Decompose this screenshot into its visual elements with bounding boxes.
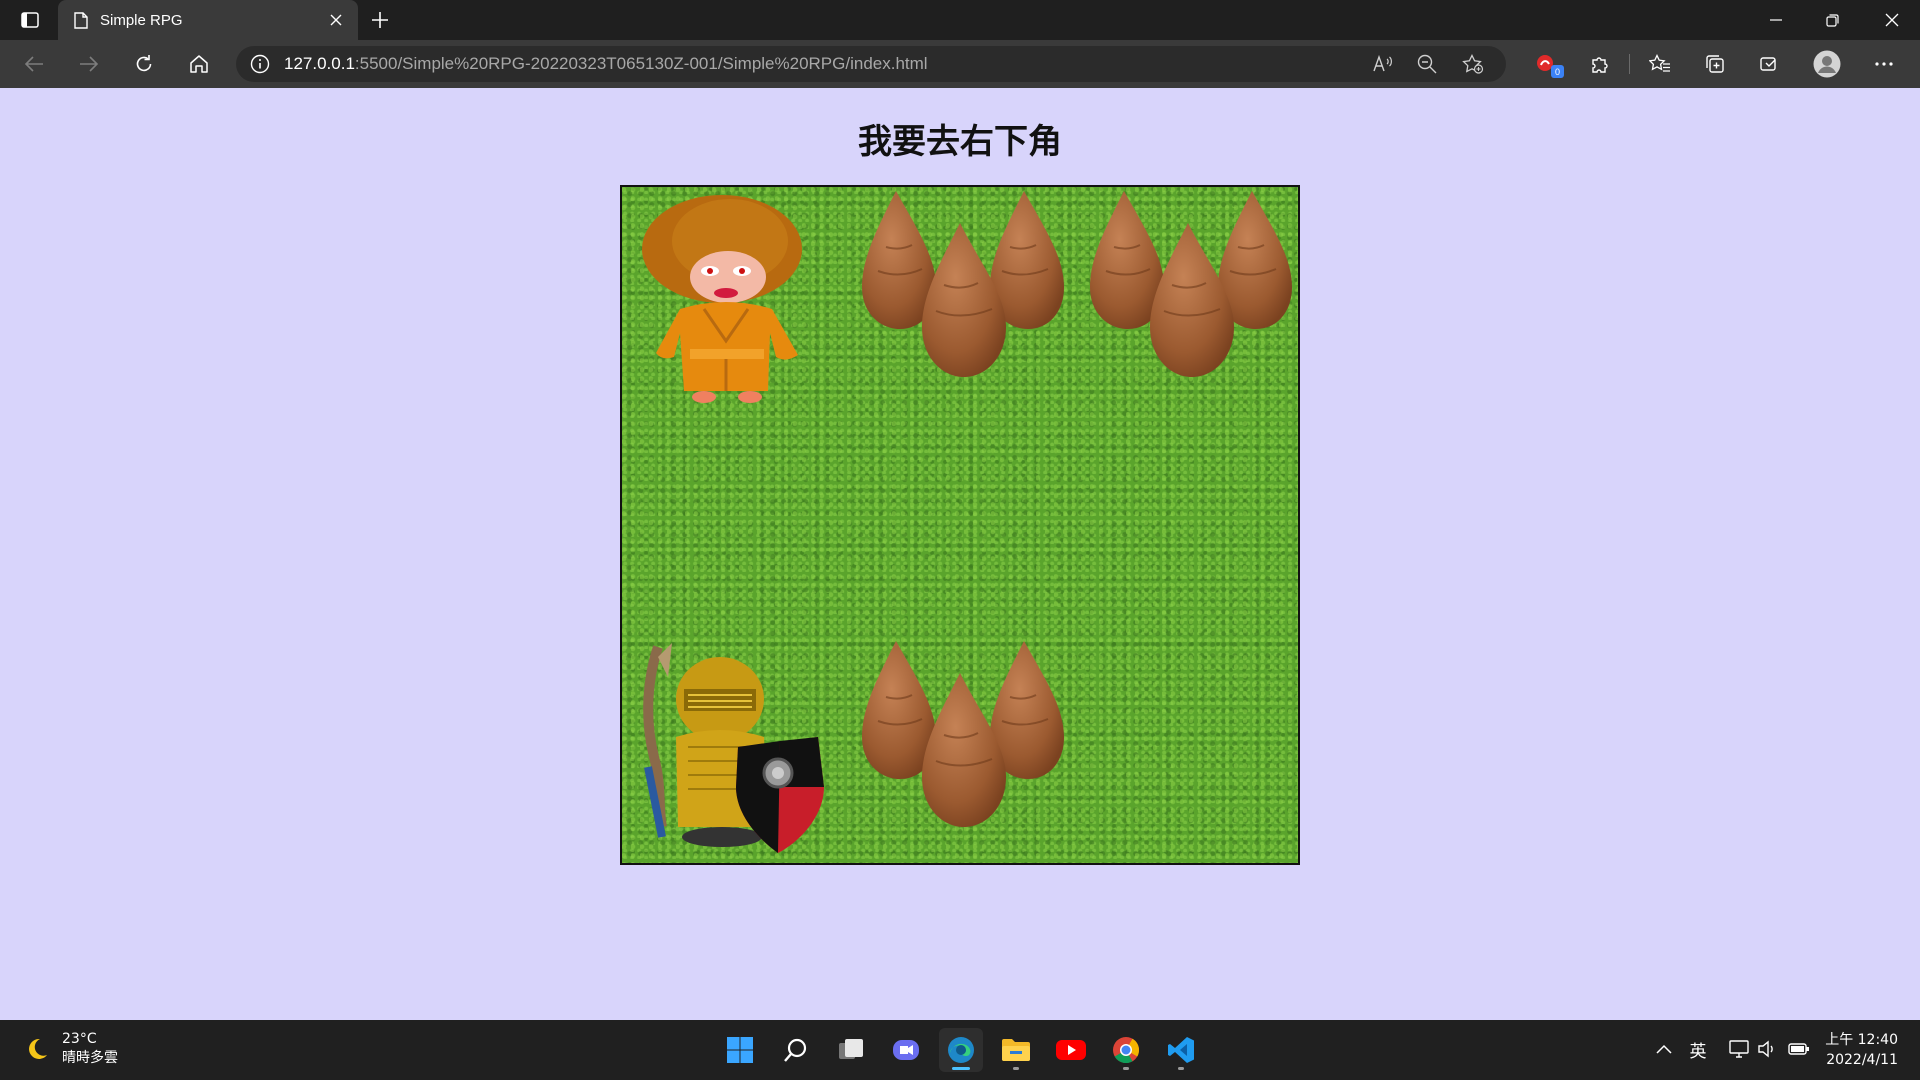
edge-icon [948, 1037, 974, 1063]
battery-button[interactable] [1786, 1036, 1812, 1062]
weather-widget[interactable]: 23°C 晴時多雲 [24, 1030, 118, 1068]
knight-hero [643, 643, 824, 853]
browser-toolbar: 127.0.0.1:5500/Simple%20RPG-20220323T065… [0, 40, 1920, 88]
running-indicator [1013, 1067, 1019, 1070]
close-window-button[interactable] [1864, 0, 1920, 40]
folder-icon [1002, 1039, 1030, 1061]
extensions-button[interactable] [1580, 48, 1620, 80]
extension-button[interactable]: 0 [1526, 48, 1566, 80]
refresh-icon [136, 55, 152, 72]
task-view-icon [839, 1039, 863, 1059]
tree-cluster [862, 191, 1064, 377]
favorites-button[interactable] [1640, 48, 1680, 80]
add-favorite-button[interactable] [1456, 50, 1490, 78]
clock-time: 上午 12:40 [1825, 1032, 1898, 1048]
info-icon[interactable] [250, 54, 270, 74]
running-indicator [1123, 1067, 1129, 1070]
chrome-icon [1113, 1037, 1140, 1064]
search-icon [784, 1038, 807, 1062]
page-viewport: 我要去右下角 [0, 88, 1920, 1020]
task-view-button[interactable] [829, 1028, 873, 1072]
home-icon [190, 55, 208, 73]
npc-monk [642, 195, 802, 403]
page-icon [74, 11, 88, 29]
ime-indicator[interactable]: 英 [1685, 1036, 1711, 1062]
edge-app-button[interactable] [939, 1028, 983, 1072]
search-button[interactable] [774, 1028, 818, 1072]
zoom-out-button[interactable] [1410, 50, 1444, 78]
battery-icon [1788, 1043, 1809, 1055]
tree-cluster [862, 641, 1064, 827]
avatar-icon [1813, 50, 1841, 78]
start-button[interactable] [718, 1028, 762, 1072]
vscode-button[interactable] [1159, 1028, 1203, 1072]
browser-titlebar: Simple RPG [0, 0, 1920, 40]
file-explorer-button[interactable] [994, 1028, 1038, 1072]
refresh-button[interactable] [124, 48, 164, 80]
tab-actions-button[interactable] [14, 8, 46, 32]
url-path: :5500/Simple%20RPG-20220323T065130Z-001/… [354, 54, 928, 73]
teams-chat-button[interactable] [884, 1028, 928, 1072]
collections-button[interactable] [1695, 48, 1735, 80]
vscode-icon [1168, 1037, 1194, 1063]
puzzle-icon [1592, 57, 1608, 73]
minimize-icon [1770, 19, 1782, 21]
back-button[interactable] [14, 48, 54, 80]
chat-icon [893, 1040, 919, 1060]
speaker-icon [1758, 1040, 1773, 1058]
clock[interactable]: 上午 12:40 2022/4/11 [1825, 1030, 1898, 1070]
capture-icon [1760, 57, 1776, 71]
minimize-button[interactable] [1748, 0, 1804, 40]
url-text[interactable]: 127.0.0.1:5500/Simple%20RPG-20220323T065… [284, 54, 928, 74]
youtube-button[interactable] [1049, 1028, 1093, 1072]
read-aloud-button[interactable] [1366, 50, 1400, 78]
toolbar-separator [1629, 54, 1630, 74]
active-indicator [952, 1067, 970, 1070]
browser-tab-active[interactable]: Simple RPG [58, 0, 358, 40]
close-icon [330, 14, 342, 26]
moon-icon [29, 1038, 47, 1059]
youtube-icon [1056, 1040, 1086, 1060]
volume-button[interactable] [1754, 1036, 1780, 1062]
forward-button[interactable] [69, 48, 109, 80]
clock-date: 2022/4/11 [1826, 1052, 1898, 1068]
tab-actions-icon [21, 12, 39, 28]
tab-title: Simple RPG [100, 11, 183, 29]
arrow-right-icon [80, 56, 99, 72]
star-add-icon [1462, 54, 1484, 74]
more-menu-button[interactable] [1864, 48, 1904, 80]
page-title: 我要去右下角 [858, 122, 1062, 162]
weather-text: 23°C 晴時多雲 [62, 1030, 118, 1068]
screenshot-button[interactable] [1749, 48, 1789, 80]
restore-icon [1825, 13, 1839, 27]
network-button[interactable] [1726, 1036, 1752, 1062]
home-button[interactable] [179, 48, 219, 80]
chrome-button[interactable] [1104, 1028, 1148, 1072]
url-host: 127.0.0.1 [284, 54, 355, 73]
zoom-out-icon [1417, 54, 1437, 74]
weather-temp: 23°C [62, 1031, 97, 1047]
notification-badge: 0 [1551, 65, 1564, 78]
show-hidden-icons-button[interactable] [1651, 1036, 1677, 1062]
running-indicator [1178, 1067, 1184, 1070]
game-board[interactable] [620, 185, 1300, 865]
more-dots-icon [1875, 62, 1893, 66]
collections-icon [1706, 55, 1724, 73]
read-aloud-icon [1373, 55, 1392, 72]
favorites-icon [1649, 54, 1670, 72]
new-tab-button[interactable] [364, 6, 396, 34]
windows-logo-icon [727, 1037, 753, 1063]
profile-button[interactable] [1807, 48, 1847, 80]
chevron-up-icon [1656, 1044, 1672, 1054]
close-icon [1885, 13, 1899, 27]
weather-desc: 晴時多雲 [62, 1050, 118, 1066]
taskbar: 23°C 晴時多雲 英 上午 12:40 2022/4/11 [0, 1020, 1920, 1080]
arrow-left-icon [24, 56, 43, 72]
tree-cluster [1090, 191, 1292, 377]
plus-icon [372, 12, 388, 28]
tab-close-button[interactable] [322, 6, 350, 34]
restore-button[interactable] [1804, 0, 1860, 40]
network-icon [1729, 1040, 1749, 1058]
address-bar[interactable]: 127.0.0.1:5500/Simple%20RPG-20220323T065… [236, 46, 1506, 82]
